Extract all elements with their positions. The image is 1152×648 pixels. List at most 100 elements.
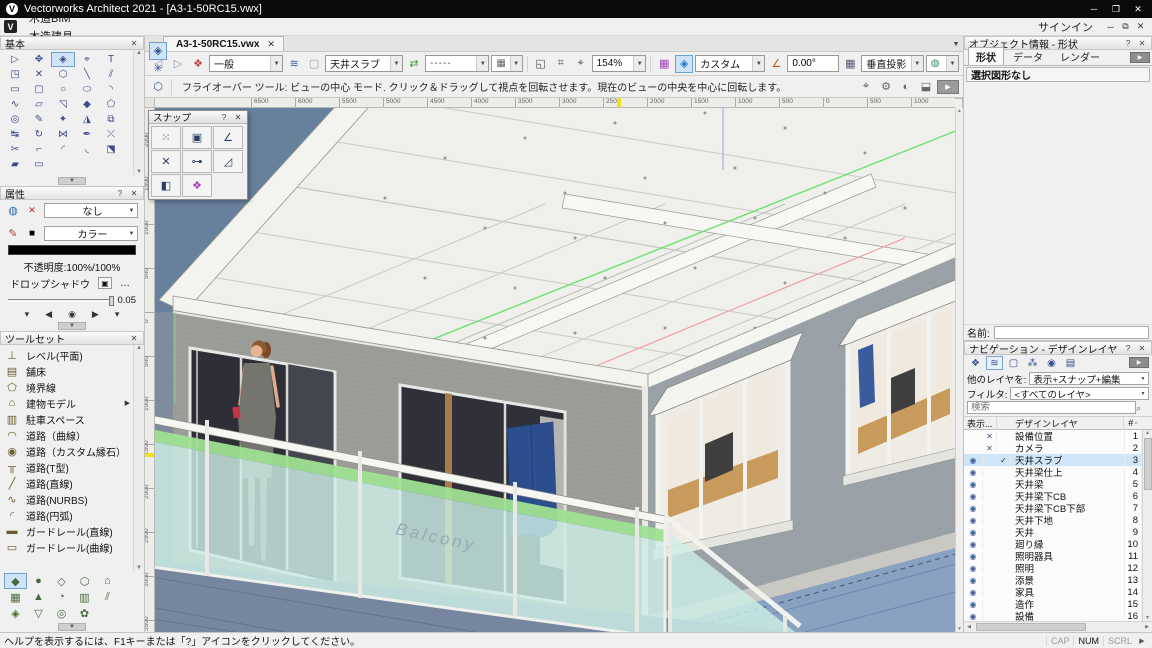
navigation-mode-icon[interactable]: ◉: [1043, 356, 1060, 370]
layer-options-icon[interactable]: ▢: [305, 55, 323, 73]
layer-name-column-header[interactable]: デザインレイヤ: [1011, 417, 1124, 430]
view-orientation-select[interactable]: カスタム ▼: [695, 55, 765, 72]
basic-palette-scrollbar[interactable]: ▲▼: [133, 50, 144, 175]
tool-button[interactable]: ✦: [51, 112, 75, 127]
menu-item[interactable]: 建築: [21, 0, 92, 9]
object-info-tab[interactable]: 形状: [968, 47, 1004, 65]
next-icon[interactable]: ▶: [92, 309, 99, 320]
tool-button[interactable]: ▷: [3, 52, 27, 67]
tool-button[interactable]: ⤫: [99, 127, 123, 142]
fill-style-select[interactable]: なし ▼: [44, 203, 138, 218]
tool-button[interactable]: ▱: [27, 97, 51, 112]
snap-button[interactable]: ❖: [182, 174, 212, 197]
visibility-eye-icon[interactable]: ◉: [964, 456, 983, 465]
navigation-mode-icon[interactable]: ≋: [986, 356, 1003, 370]
toolset-category-button[interactable]: ⌂: [96, 573, 119, 589]
active-class-select[interactable]: 一般 ▼: [209, 55, 283, 72]
tool-button[interactable]: ⬭: [75, 82, 99, 97]
snap-button[interactable]: ◧: [151, 174, 181, 197]
tool-button[interactable]: T: [99, 52, 123, 67]
toolset-item[interactable]: ▬ ガードレール(直線): [0, 523, 133, 539]
visibility-off-icon[interactable]: ✕: [983, 432, 997, 441]
minimize-window-button[interactable]: ─: [1086, 4, 1102, 14]
toolset-scrollbar[interactable]: ▲▼: [133, 345, 144, 571]
line-style-select[interactable]: ----- ▼: [425, 55, 489, 72]
close-tab-icon[interactable]: ✕: [267, 39, 275, 50]
snap-button[interactable]: ✕: [151, 150, 181, 173]
active-layer-select[interactable]: 天井スラブ ▼: [325, 55, 403, 72]
visibility-eye-icon[interactable]: ◉: [964, 552, 983, 561]
toolset-category-button[interactable]: ▽: [27, 605, 50, 621]
tool-button[interactable]: ✎: [27, 112, 51, 127]
reference-grid-icon[interactable]: ▦: [841, 55, 859, 73]
panel-overflow-button[interactable]: ▶: [1130, 52, 1150, 63]
mode-button[interactable]: ✳: [149, 60, 167, 78]
rotation-angle-input[interactable]: [787, 55, 839, 72]
snap-button[interactable]: ◿: [213, 150, 243, 173]
tool-button[interactable]: ⬔: [99, 142, 123, 157]
doc-close-button[interactable]: ✕: [1133, 21, 1148, 32]
render-mode-select[interactable]: ◍ ▼: [926, 55, 959, 72]
fit-to-objects-icon[interactable]: ⌗: [552, 55, 570, 73]
tool-button[interactable]: ∿: [3, 97, 27, 112]
visibility-eye-icon[interactable]: ◉: [964, 588, 983, 597]
flyover-view-icon[interactable]: ◈: [675, 55, 693, 73]
render-style-icon[interactable]: ◐: [897, 78, 915, 96]
collapse-attributes-button[interactable]: ▼: [58, 322, 86, 330]
pen-color-swatch[interactable]: ■: [25, 228, 39, 239]
visibility-eye-icon[interactable]: ◉: [964, 480, 983, 489]
zoom-rect-icon[interactable]: ◱: [532, 55, 550, 73]
tool-button[interactable]: ▭: [3, 82, 27, 97]
navigation-header[interactable]: ナビゲーション - デザインレイヤ ? ✕: [964, 341, 1152, 355]
tool-button[interactable]: ◹: [51, 97, 75, 112]
tool-button[interactable]: ↻: [27, 127, 51, 142]
layer-nav-icon[interactable]: ⇄: [405, 55, 423, 73]
tool-button[interactable]: ○: [51, 82, 75, 97]
canvas-vertical-scrollbar[interactable]: ▲▼: [955, 108, 963, 632]
status-expand-button[interactable]: ▶: [1136, 637, 1148, 645]
close-icon[interactable]: ✕: [1137, 39, 1147, 48]
fill-bucket-icon[interactable]: ◍: [6, 204, 20, 217]
toolset-category-button[interactable]: ◆: [4, 573, 27, 589]
mode-button[interactable]: ◈: [149, 42, 167, 60]
layer-list-header[interactable]: 表示... デザインレイヤ # ^: [964, 416, 1152, 430]
close-icon[interactable]: ✕: [233, 113, 243, 122]
probe-icon[interactable]: ⌖: [857, 78, 875, 96]
visibility-eye-icon[interactable]: ◉: [964, 492, 983, 501]
drawing-canvas[interactable]: Balcony 65006000550050004500400035003000…: [145, 98, 963, 632]
layer-name[interactable]: 設備: [1011, 609, 1125, 621]
tool-button[interactable]: ⫽: [99, 67, 123, 82]
rotation-angle-icon[interactable]: ∠: [767, 55, 785, 73]
tool-button[interactable]: ⬠: [99, 97, 123, 112]
collapse-basic-palette-button[interactable]: ▼: [58, 177, 86, 185]
object-name-input[interactable]: [994, 326, 1149, 339]
tool-button[interactable]: ◳: [3, 67, 27, 82]
layer-number-column-header[interactable]: # ^: [1124, 418, 1142, 428]
toolset-item[interactable]: ▤ 舗床: [0, 363, 133, 379]
doc-restore-button[interactable]: ⧉: [1118, 21, 1133, 32]
help-icon[interactable]: ?: [219, 113, 229, 122]
tool-button[interactable]: ↹: [3, 127, 27, 142]
drop-shadow-toggle[interactable]: ▣: [98, 277, 112, 289]
class-options-icon[interactable]: ≋: [285, 55, 303, 73]
visibility-eye-icon[interactable]: ◉: [964, 540, 983, 549]
other-layers-select[interactable]: 表示+スナップ+編集 ▼: [1029, 372, 1149, 385]
toolset-item[interactable]: ◠ 道路（曲線）: [0, 427, 133, 443]
snap-button[interactable]: ▣: [182, 126, 212, 149]
layer-search-input[interactable]: [967, 401, 1136, 414]
toolset-palette-header[interactable]: ツールセット ✕: [0, 331, 144, 345]
navigation-mode-icon[interactable]: ▢: [1005, 356, 1022, 370]
visibility-column-header[interactable]: 表示...: [964, 417, 997, 430]
help-icon[interactable]: ?: [1123, 39, 1133, 48]
hatch-select[interactable]: ▦ ▼: [491, 55, 522, 72]
tool-settings-gear-icon[interactable]: ⚙: [877, 78, 895, 96]
snap-palette-header[interactable]: スナップ ? ✕: [149, 111, 247, 124]
toolset-item[interactable]: ⬠ 境界線: [0, 379, 133, 395]
panel-overflow-button[interactable]: ▶: [1129, 357, 1149, 368]
visibility-eye-icon[interactable]: ◉: [964, 600, 983, 609]
multi-view-icon[interactable]: ▦: [655, 55, 673, 73]
menu-item[interactable]: 木造BIM: [21, 9, 92, 27]
design-layer-list[interactable]: ✕ 設備位置 1 ✕ カメラ 2: [964, 430, 1152, 621]
pen-icon[interactable]: ✎: [6, 227, 20, 240]
close-icon[interactable]: ✕: [129, 39, 139, 48]
